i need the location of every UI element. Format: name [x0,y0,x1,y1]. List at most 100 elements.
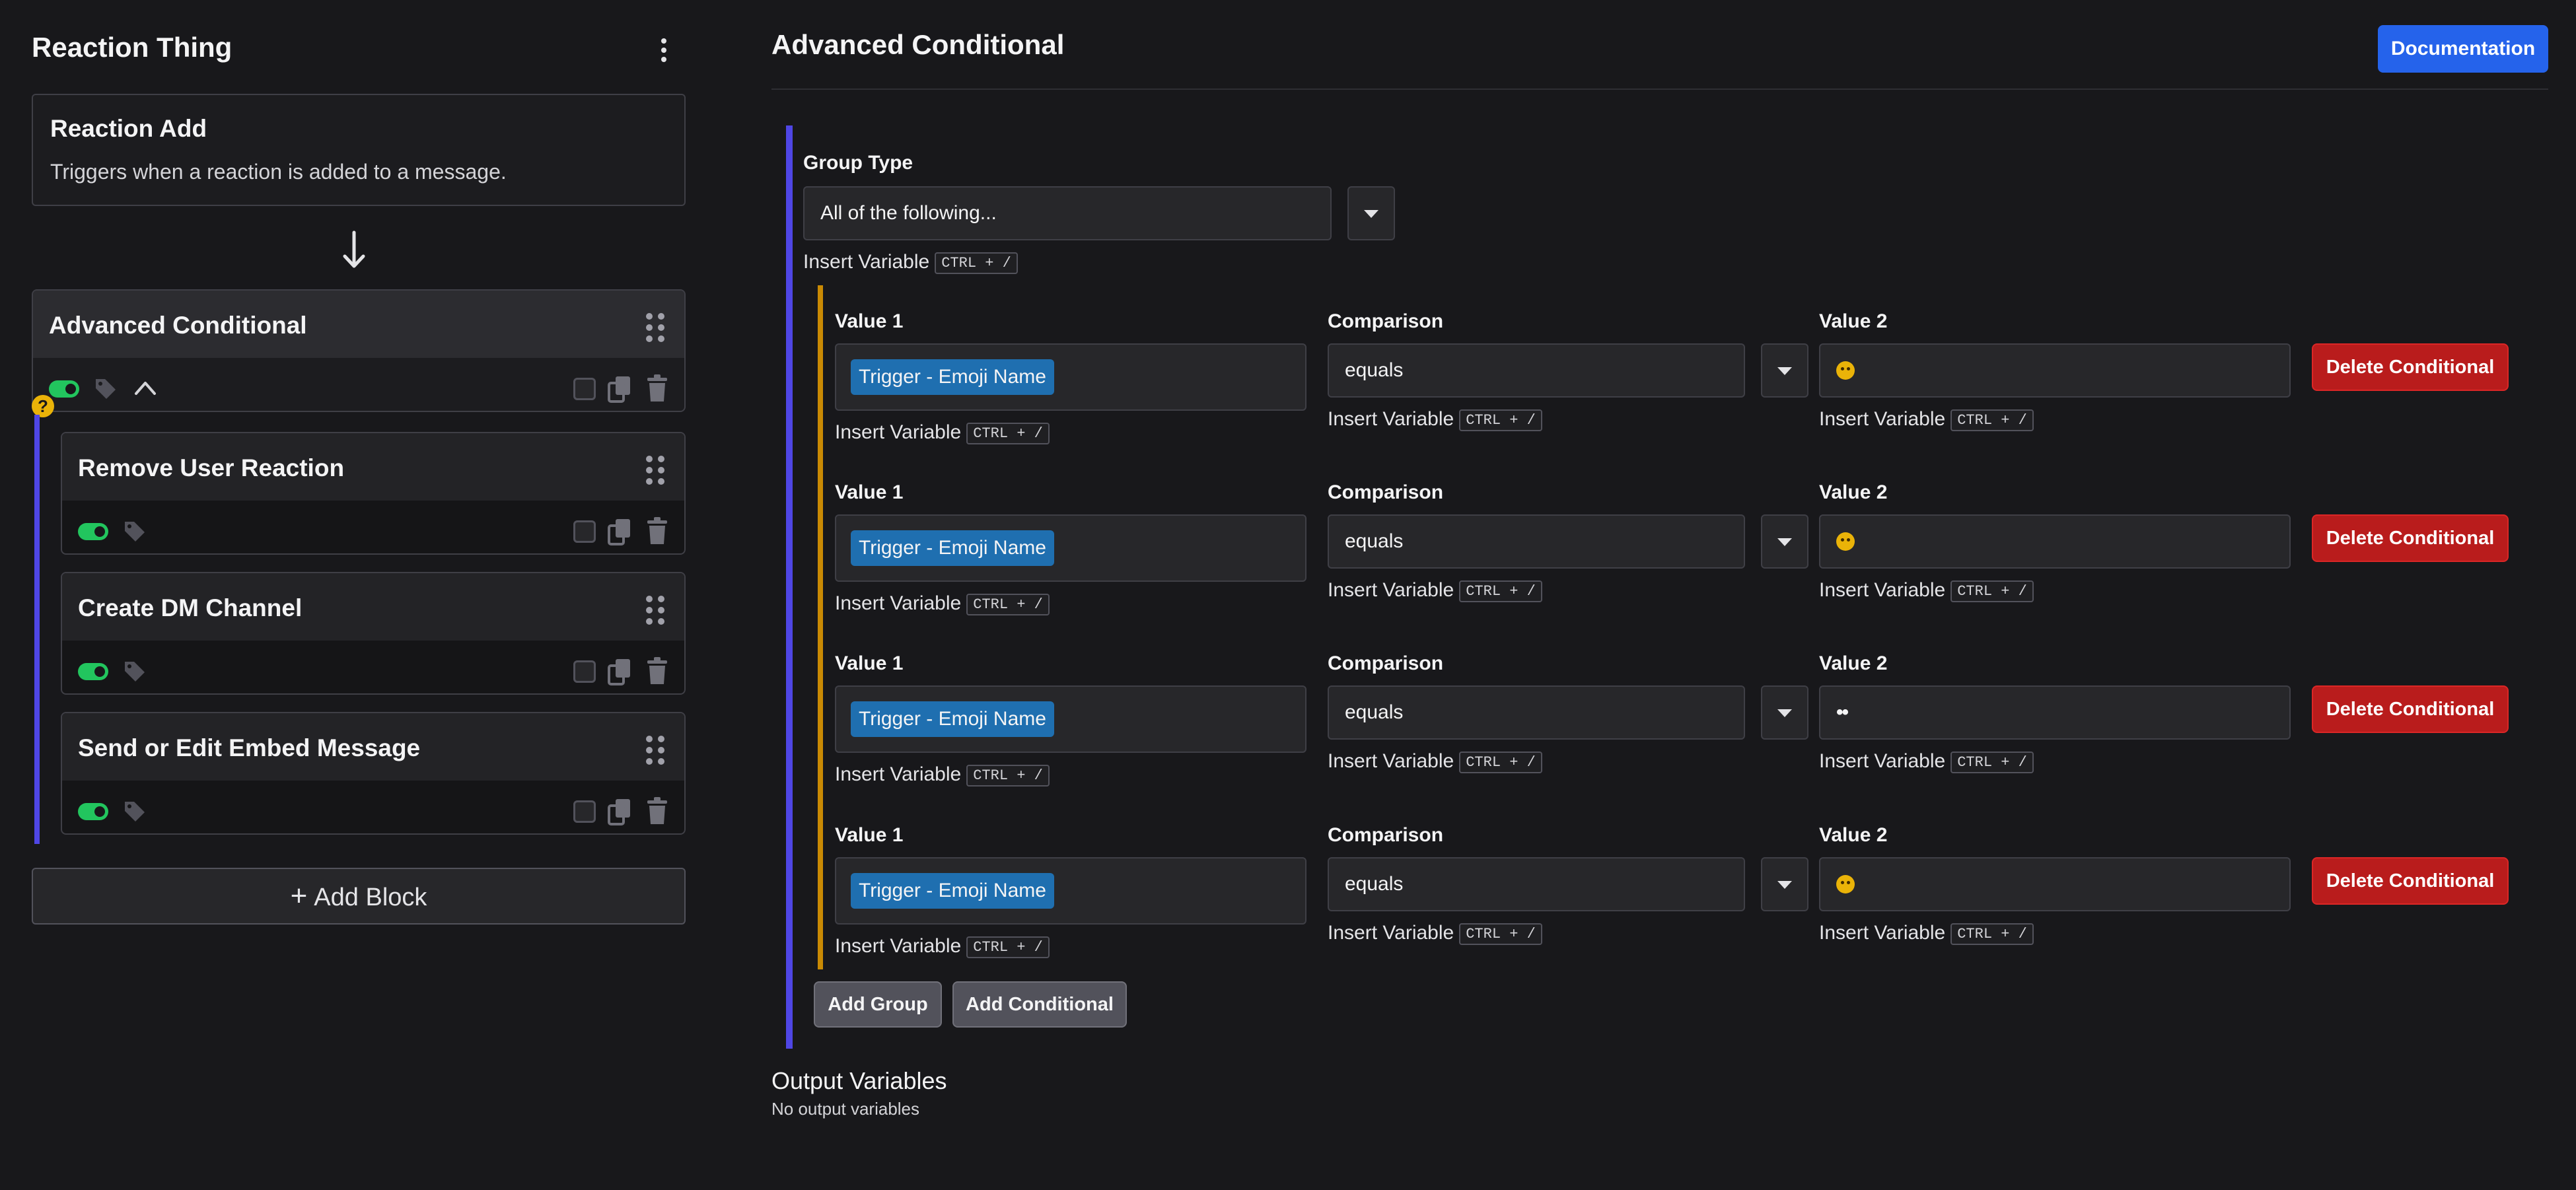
documentation-button[interactable]: Documentation [2378,25,2548,73]
copy-icon[interactable] [608,798,631,825]
insert-variable-label: Insert Variable [803,251,930,273]
drag-handle-icon[interactable] [646,456,666,485]
add-conditional-button[interactable]: Add Conditional [952,981,1127,1028]
shortcut-badge: CTRL + / [1950,580,2034,602]
insert-variable-hint[interactable]: Insert Variable CTRL + / [835,935,1050,958]
variable-chip[interactable]: Trigger - Emoji Name [851,873,1054,909]
slightly-smiling-emoji-icon [1836,875,1855,893]
tag-icon[interactable] [123,799,147,823]
enable-toggle[interactable] [78,523,108,540]
comparison-dropdown-button[interactable] [1761,514,1808,569]
insert-variable-label: Insert Variable [1328,579,1454,601]
value2-input[interactable] [1819,514,2291,569]
insert-variable-hint[interactable]: Insert Variable CTRL + / [1328,579,1542,602]
header-divider [771,88,2548,90]
help-badge-icon[interactable]: ? [32,395,54,417]
select-checkbox[interactable] [573,800,596,823]
comparison-dropdown-button[interactable] [1761,685,1808,740]
delete-conditional-button[interactable]: Delete Conditional [2312,685,2509,733]
insert-variable-hint[interactable]: Insert Variable CTRL + / [1819,922,2034,945]
block-create-dm-channel[interactable]: Create DM Channel [61,572,686,695]
block-header[interactable]: Create DM Channel [62,573,684,641]
block-advanced-conditional[interactable]: Advanced Conditional [32,289,686,412]
comparison-select[interactable]: equals [1328,343,1745,398]
insert-variable-label: Insert Variable [1819,922,1946,944]
comparison-dropdown-button[interactable] [1761,857,1808,911]
variable-chip[interactable]: Trigger - Emoji Name [851,359,1054,395]
insert-variable-label: Insert Variable [1328,922,1454,944]
drag-handle-icon[interactable] [646,596,666,625]
grinning-squint-emoji-icon [1836,361,1855,380]
insert-variable-hint[interactable]: Insert Variable CTRL + / [1819,750,2034,773]
variable-chip[interactable]: Trigger - Emoji Name [851,530,1054,566]
enable-toggle[interactable] [78,803,108,820]
delete-conditional-button[interactable]: Delete Conditional [2312,514,2509,562]
insert-variable-hint[interactable]: Insert Variable CTRL + / [1328,922,1542,945]
delete-conditional-button[interactable]: Delete Conditional [2312,343,2509,391]
insert-variable-hint[interactable]: Insert Variable CTRL + / [1328,408,1542,431]
trash-icon[interactable] [646,796,668,825]
add-group-button[interactable]: Add Group [814,981,942,1028]
select-checkbox[interactable] [573,660,596,683]
value2-input[interactable] [1819,857,2291,911]
block-header[interactable]: Send or Edit Embed Message [62,713,684,781]
insert-variable-hint[interactable]: Insert Variable CTRL + / [1819,408,2034,431]
trash-icon[interactable] [646,656,668,685]
shortcut-badge: CTRL + / [1950,409,2034,431]
value1-label: Value 1 [835,481,904,503]
value1-input[interactable]: Trigger - Emoji Name [835,857,1306,925]
insert-variable-hint[interactable]: Insert Variable CTRL + / [835,763,1050,787]
enable-toggle[interactable] [49,380,79,398]
tag-icon[interactable] [123,519,147,543]
trigger-card[interactable]: Reaction Add Triggers when a reaction is… [32,94,686,206]
add-block-label: Add Block [314,884,427,911]
value2-label: Value 2 [1819,824,1888,846]
chevron-up-icon[interactable] [132,378,159,398]
insert-variable-label: Insert Variable [1328,408,1454,430]
select-checkbox[interactable] [573,520,596,543]
enable-toggle[interactable] [78,663,108,680]
inner-group-line [818,285,823,969]
drag-handle-icon[interactable] [646,313,666,342]
insert-variable-label: Insert Variable [1819,750,1946,772]
comparison-select[interactable]: equals [1328,514,1745,569]
group-type-dropdown-button[interactable] [1347,186,1395,240]
insert-variable-hint[interactable]: Insert Variable CTRL + / [1819,579,2034,602]
block-header[interactable]: Advanced Conditional [33,291,684,358]
drag-handle-icon[interactable] [646,736,666,765]
add-block-button[interactable]: + Add Block [32,868,686,925]
block-name: Remove User Reaction [78,454,345,481]
shortcut-badge: CTRL + / [966,422,1050,444]
trash-icon[interactable] [646,374,668,403]
value2-label: Value 2 [1819,652,1888,674]
value1-input[interactable]: Trigger - Emoji Name [835,514,1306,582]
variable-chip[interactable]: Trigger - Emoji Name [851,701,1054,737]
copy-icon[interactable] [608,518,631,545]
arrow-down-icon [343,230,365,268]
comparison-dropdown-button[interactable] [1761,343,1808,398]
trash-icon[interactable] [646,516,668,545]
more-options-icon[interactable] [659,38,668,62]
select-checkbox[interactable] [573,378,596,400]
group-type-select[interactable]: All of the following... [803,186,1332,240]
tag-icon[interactable] [123,659,147,683]
block-header[interactable]: Remove User Reaction [62,433,684,501]
value1-input[interactable]: Trigger - Emoji Name [835,685,1306,753]
delete-conditional-button[interactable]: Delete Conditional [2312,857,2509,905]
shortcut-badge: CTRL + / [966,936,1050,958]
block-remove-user-reaction[interactable]: Remove User Reaction [61,432,686,555]
comparison-value: equals [1345,701,1404,723]
copy-icon[interactable] [608,658,631,685]
insert-variable-hint[interactable]: Insert Variable CTRL + / [835,592,1050,615]
insert-variable-hint[interactable]: Insert Variable CTRL + / [835,421,1050,444]
value2-input[interactable]: •• [1819,685,2291,740]
block-send-or-edit-embed-message[interactable]: Send or Edit Embed Message [61,712,686,835]
comparison-select[interactable]: equals [1328,685,1745,740]
insert-variable-hint[interactable]: Insert Variable CTRL + / [803,251,1018,274]
tag-icon[interactable] [94,376,118,400]
value2-input[interactable] [1819,343,2291,398]
comparison-select[interactable]: equals [1328,857,1745,911]
copy-icon[interactable] [608,375,631,403]
insert-variable-hint[interactable]: Insert Variable CTRL + / [1328,750,1542,773]
value1-input[interactable]: Trigger - Emoji Name [835,343,1306,411]
